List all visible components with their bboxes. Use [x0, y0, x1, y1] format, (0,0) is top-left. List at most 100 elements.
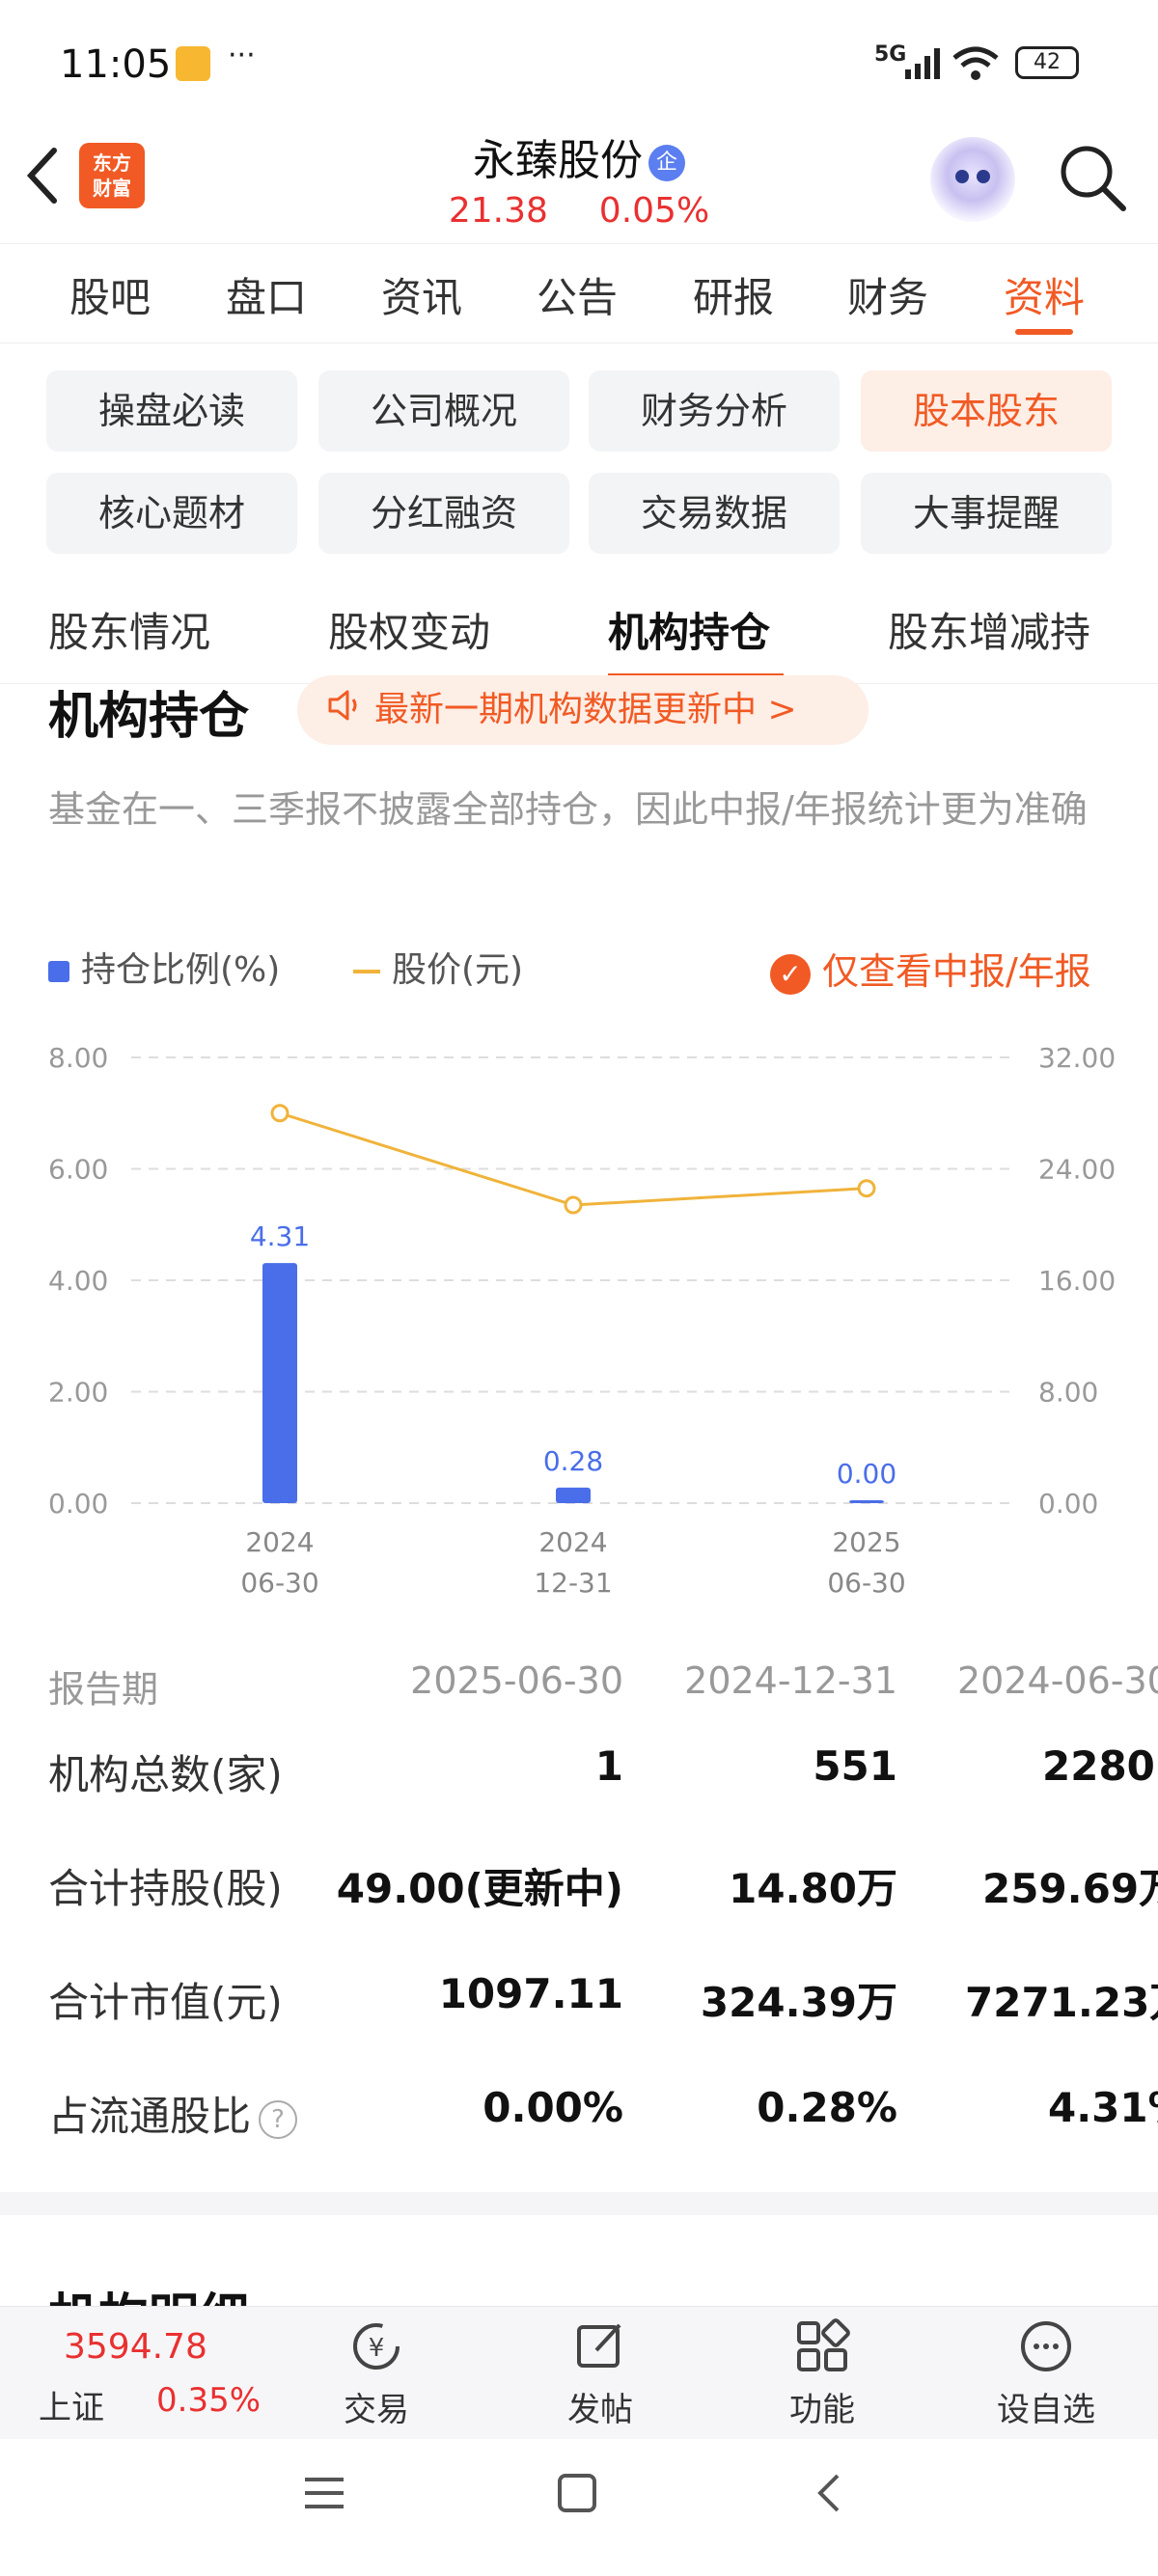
x-tick-label: 2025 — [832, 1526, 900, 1558]
y-right-tick: 8.00 — [1038, 1377, 1098, 1409]
y-left-tick: 2.00 — [48, 1377, 108, 1409]
holding-chart: 0.00 2.00 4.00 6.00 8.00 0.00 8.00 16.00 24.00 32… — [48, 1042, 1116, 1599]
cell: 14.80万 — [729, 1865, 897, 1912]
y-right-tick: 0.00 — [1038, 1488, 1098, 1520]
bar-label: 0.00 — [837, 1458, 896, 1490]
btn-trading-essentials[interactable]: 操盘必读 — [46, 370, 297, 452]
bar — [556, 1487, 591, 1503]
status-time: 11:05 — [60, 42, 172, 87]
tab-news[interactable]: 资讯 — [381, 265, 462, 324]
tab-announcements[interactable]: 公告 — [537, 265, 618, 324]
row-label-float-ratio: 占流通股比? — [48, 2084, 298, 2143]
row-label-market-value: 合计市值(元) — [48, 1979, 283, 2026]
btn-trading-data[interactable]: 交易数据 — [589, 473, 840, 554]
more-icon — [979, 2316, 1114, 2383]
cell: 551 — [813, 1742, 897, 1790]
disclosure-note: 基金在一、三季报不披露全部持仓，因此中报/年报统计更为准确 — [48, 788, 1088, 831]
subtab-equity-changes[interactable]: 股权变动 — [328, 600, 490, 659]
help-icon[interactable]: ? — [259, 2099, 298, 2139]
notification-icon — [176, 46, 210, 81]
bar-label: 0.28 — [543, 1445, 603, 1477]
y-left-tick: 6.00 — [48, 1154, 108, 1186]
tab-pankou[interactable]: 盘口 — [226, 265, 307, 324]
x-tick-label: 06-30 — [240, 1567, 318, 1599]
enterprise-badge: 企 — [648, 145, 685, 181]
svg-text:¥: ¥ — [369, 2334, 385, 2363]
legend-stock-price: 股价(元) — [353, 942, 523, 992]
stock-change: 0.05% — [598, 191, 710, 231]
stock-name: 永臻股份 — [473, 136, 643, 185]
x-tick-label: 2024 — [245, 1526, 314, 1558]
status-bar: 11:05 ··· 5G 42 — [0, 0, 1158, 125]
signal-icon — [905, 48, 944, 83]
home-icon[interactable] — [554, 2470, 600, 2529]
bar — [262, 1263, 297, 1503]
period-1: 2025-06-30 — [410, 1659, 623, 1702]
network-label: 5G — [874, 42, 907, 67]
search-icon[interactable] — [1056, 141, 1129, 214]
bar — [849, 1500, 884, 1503]
check-icon: ✓ — [770, 953, 811, 995]
cell: 324.39万 — [700, 1979, 897, 2026]
btn-company-overview[interactable]: 公司概况 — [318, 370, 569, 452]
cell: 259.69万 — [982, 1865, 1158, 1912]
subtab-holder-changes[interactable]: 股东增减持 — [888, 600, 1090, 659]
section-gap — [0, 2192, 1158, 2215]
bottom-add-watchlist[interactable]: 设自选 — [979, 2316, 1114, 2430]
tab-guba[interactable]: 股吧 — [69, 265, 151, 324]
y-left-tick: 0.00 — [48, 1488, 108, 1520]
x-tick-label: 2024 — [538, 1526, 607, 1558]
tab-research[interactable]: 研报 — [693, 265, 774, 324]
row-label-institutions: 机构总数(家) — [48, 1751, 283, 1798]
tab-profile[interactable]: 资料 — [1004, 265, 1085, 324]
legend-line-swatch — [353, 970, 380, 973]
active-tab-indicator — [1015, 329, 1073, 335]
top-tabs: 股吧 盘口 资讯 公告 研报 财务 资料 — [0, 243, 1158, 343]
nav-back-icon[interactable] — [807, 2470, 853, 2529]
btn-events[interactable]: 大事提醒 — [861, 473, 1112, 554]
cell: 7271.23万 — [965, 1979, 1158, 2026]
report-filter-label: 仅查看中报/年报 — [822, 950, 1091, 993]
price-point — [270, 1104, 290, 1123]
update-notice-text: 最新一期机构数据更新中 > — [374, 690, 797, 729]
index-name: 上证 — [39, 2389, 104, 2427]
cell: 0.28% — [757, 2084, 897, 2131]
subtab-shareholders[interactable]: 股东情况 — [48, 600, 210, 659]
btn-financial-analysis[interactable]: 财务分析 — [589, 370, 840, 452]
cell: 1 — [594, 1742, 623, 1790]
period-2: 2024-12-31 — [684, 1659, 897, 1702]
speaker-icon — [326, 676, 365, 746]
tab-finance[interactable]: 财务 — [847, 265, 928, 324]
cell: 4.31% — [1048, 2084, 1158, 2131]
bottom-functions[interactable]: 功能 — [755, 2316, 890, 2430]
bottom-trade[interactable]: ¥ 交易 — [309, 2316, 444, 2430]
index-change: 0.35% — [156, 2381, 262, 2420]
y-right-tick: 24.00 — [1038, 1154, 1116, 1186]
report-filter-toggle[interactable]: ✓ 仅查看中报/年报 — [770, 942, 1091, 995]
subtab-institutional[interactable]: 机构持仓 — [608, 600, 770, 659]
y-right-tick: 16.00 — [1038, 1265, 1116, 1297]
update-notice-pill[interactable]: 最新一期机构数据更新中 > — [297, 675, 868, 745]
stock-price: 21.38 — [448, 191, 548, 231]
btn-core-themes[interactable]: 核心题材 — [46, 473, 297, 554]
period-3: 2024-06-30 — [957, 1659, 1158, 1702]
cell: 1097.11 — [438, 1970, 623, 2017]
btn-shareholders[interactable]: 股本股东 — [861, 370, 1112, 452]
menu-icon[interactable] — [301, 2470, 347, 2529]
cell: 49.00(更新中) — [336, 1865, 623, 1912]
cell: 2280 — [1042, 1742, 1155, 1790]
x-tick-label: 12-31 — [534, 1567, 612, 1599]
bottom-post[interactable]: 发帖 — [533, 2316, 668, 2430]
legend-bar-swatch — [48, 961, 69, 982]
btn-dividends[interactable]: 分红融资 — [318, 473, 569, 554]
wifi-icon — [951, 44, 1000, 87]
index-value: 3594.78 — [64, 2327, 207, 2367]
assistant-avatar-icon[interactable] — [930, 137, 1015, 222]
bar-label: 4.31 — [250, 1220, 310, 1252]
cell: 0.00% — [482, 2084, 623, 2131]
post-icon — [533, 2316, 668, 2383]
table-header-label: 报告期 — [48, 1668, 159, 1711]
price-point — [857, 1179, 876, 1198]
trade-icon: ¥ — [309, 2316, 444, 2383]
section-title: 机构持仓 — [48, 688, 250, 746]
